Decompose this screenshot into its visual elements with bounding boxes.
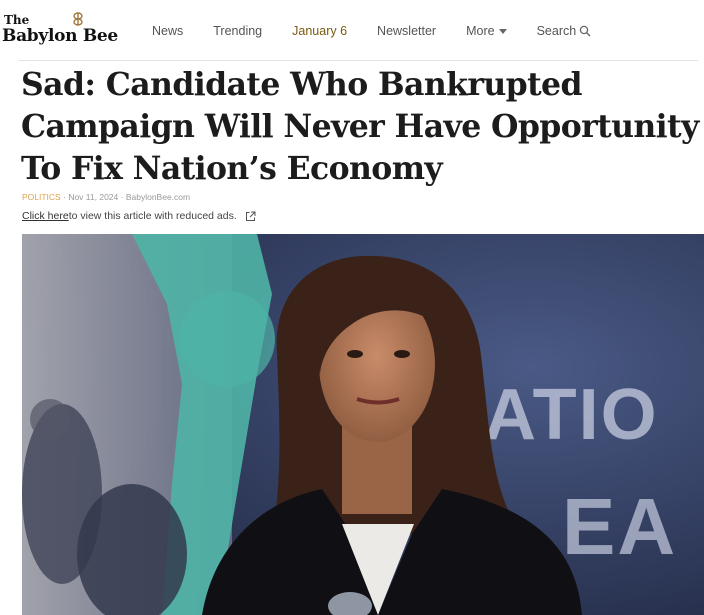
external-link-icon[interactable] <box>245 211 256 222</box>
logo-the: The <box>4 13 30 27</box>
search-icon <box>579 25 591 37</box>
bee-logo-icon <box>73 12 83 26</box>
nav-more[interactable]: More <box>466 24 507 38</box>
article-date: Nov 11, 2024 <box>68 192 119 202</box>
article-headline: Sad: Candidate Who Bankrupted Campaign W… <box>21 66 699 187</box>
person-eye <box>347 350 363 358</box>
reduced-ads-notice: Click here to view this article with red… <box>22 210 256 222</box>
main-nav: News Trending January 6 Newsletter More … <box>152 22 591 40</box>
backdrop-text-bottom: EA <box>562 482 677 571</box>
nav-more-label: More <box>466 24 495 38</box>
caret-down-icon <box>498 29 507 34</box>
site-header: The Babylon Bee News Trending January 6 … <box>0 0 704 62</box>
nav-newsletter[interactable]: Newsletter <box>377 24 436 38</box>
header-divider <box>18 60 698 61</box>
logo-name: Babylon Bee <box>2 26 118 46</box>
article-category[interactable]: POLITICS <box>22 192 61 202</box>
crowd-head-blur <box>30 399 70 439</box>
reduced-ads-text: to view this article with reduced ads. <box>68 210 237 222</box>
nav-search-label: Search <box>536 24 577 38</box>
hero-illustration: ATIO EA <box>22 234 704 615</box>
reduced-ads-link[interactable]: Click here <box>22 210 69 222</box>
person-eye <box>394 350 410 358</box>
hero-image: ATIO EA <box>22 234 704 615</box>
nav-search[interactable]: Search <box>537 24 592 38</box>
article-meta: POLITICS · Nov 11, 2024 · BabylonBee.com <box>22 192 190 202</box>
article-source: BabylonBee.com <box>125 192 191 202</box>
nav-news[interactable]: News <box>152 24 183 38</box>
nav-january-6[interactable]: January 6 <box>292 24 347 38</box>
teal-gear-hub <box>179 291 275 387</box>
site-logo[interactable]: The Babylon Bee <box>2 8 124 48</box>
backdrop-text-top: ATIO <box>484 375 659 455</box>
nav-trending[interactable]: Trending <box>213 24 262 38</box>
